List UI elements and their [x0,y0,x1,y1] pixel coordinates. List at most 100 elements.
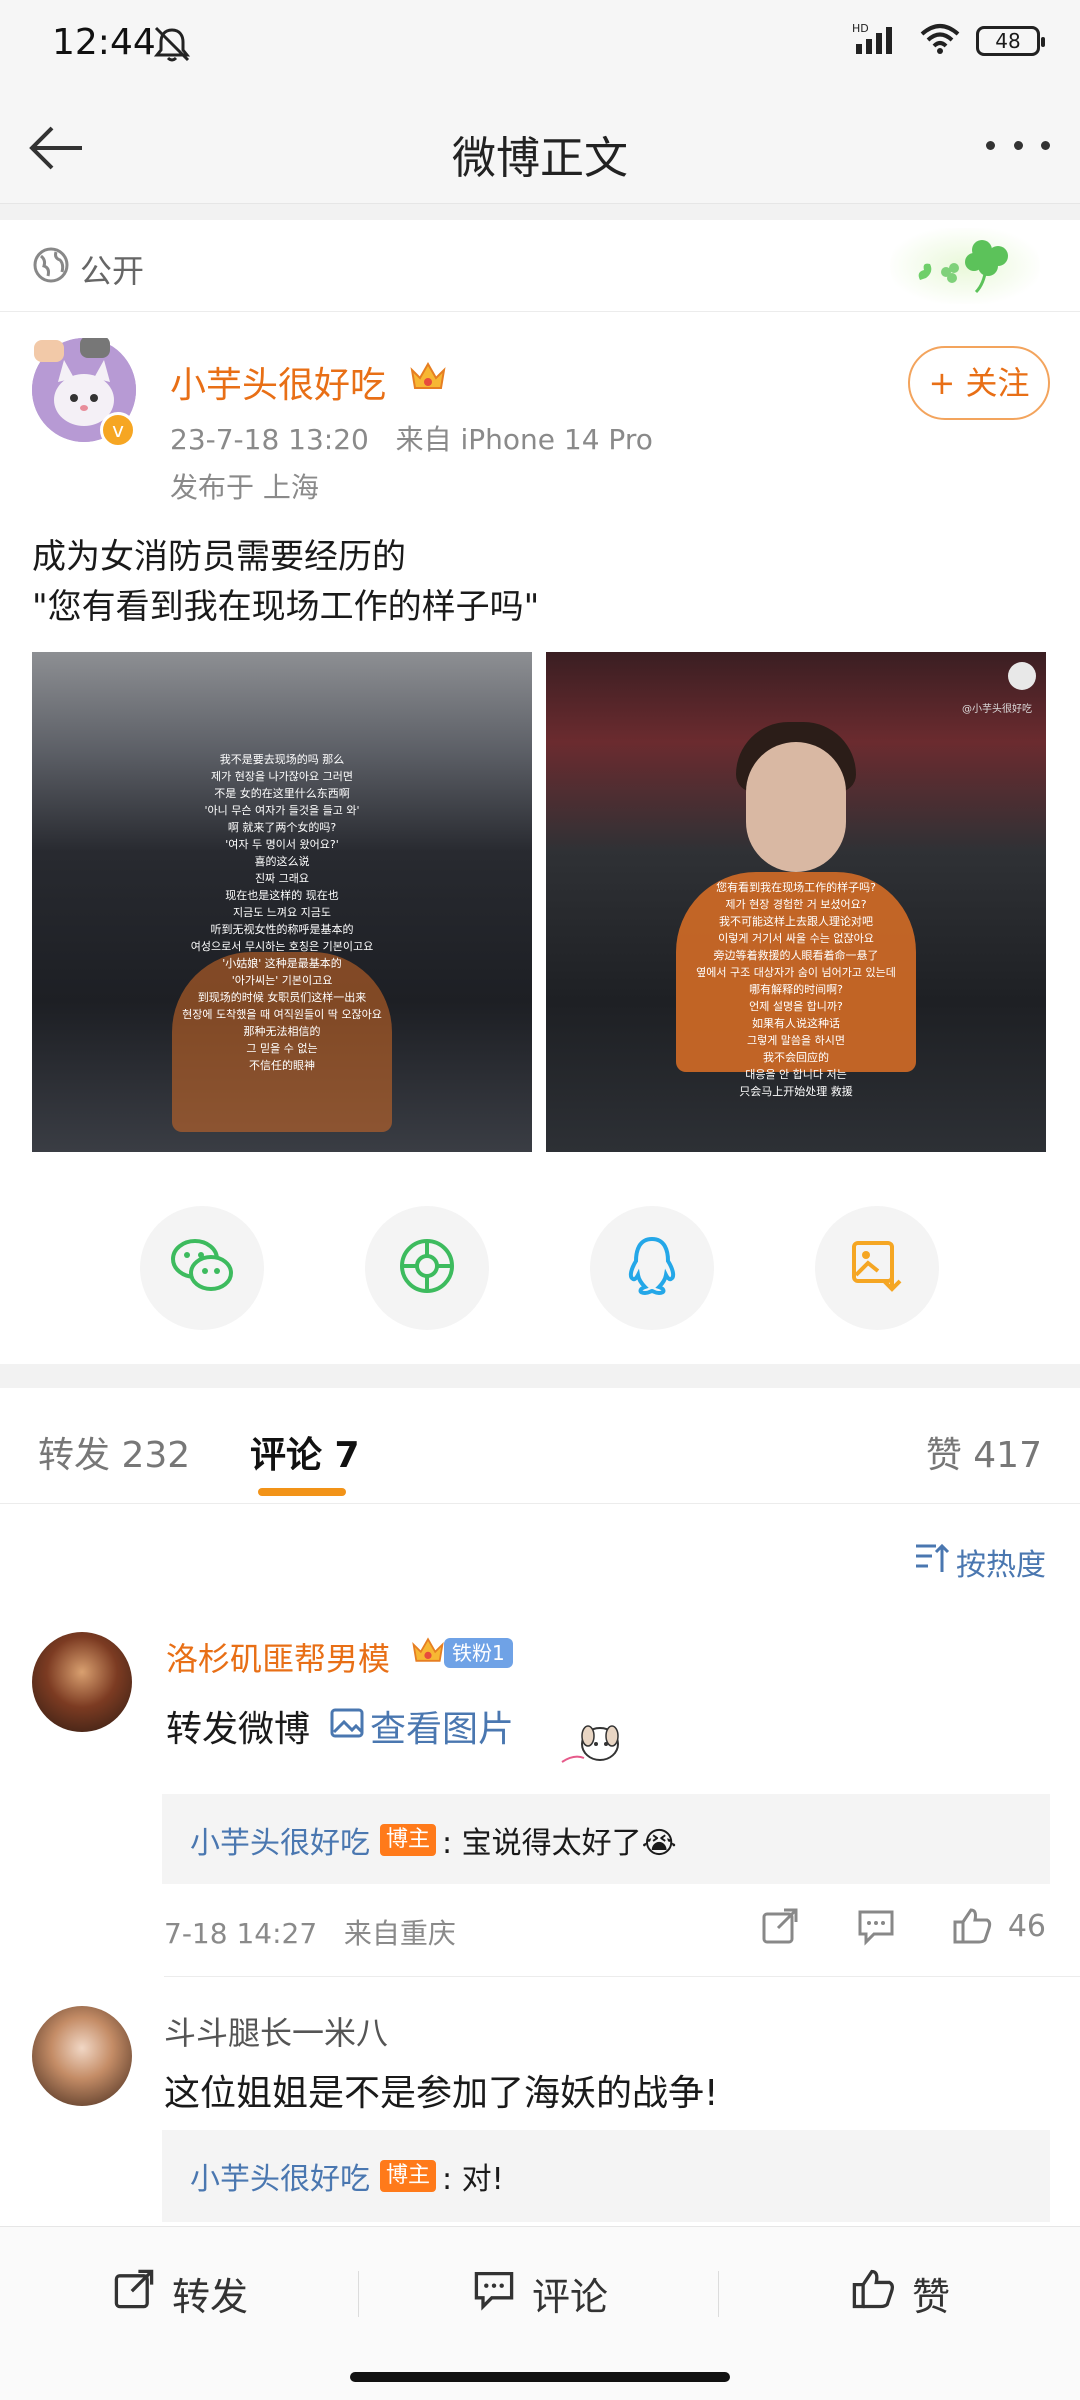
comment-divider [164,1976,1080,1977]
repost-button[interactable]: 转发 [0,2227,360,2359]
follow-button[interactable]: + 关注 [908,346,1050,420]
image-subtitle-line: 제가 현장을 나가잖아요 그러면 [210,770,354,783]
image-subtitle-line: 现在也是这样的 现在也 [225,889,339,902]
network-label: HD [852,22,869,35]
home-indicator[interactable] [350,2372,730,2382]
post-text: 成为女消防员需要经历的 "您有看到我在现场工作的样子吗" [32,532,539,632]
image-subtitle-line: 那种无法相信的 [243,1025,321,1038]
post-image-1[interactable]: 我不是要去现场的吗 那么 제가 현장을 나가잖아요 그러면 不是 女的在这里什么东西… [32,652,532,1152]
image-icon [330,1706,364,1747]
bottom-action-bar: 转发 评论 赞 [0,2226,1080,2358]
post-text-line: "您有看到我在现场工作的样子吗" [32,587,540,627]
host-badge: 博主 [380,1824,437,1856]
image-subtitle-line: 대응을 안 합니다 저는 [745,1068,847,1081]
image-subtitle-line: 到现场的时候 女职员们这样一出来 [197,991,367,1004]
comment-icon [472,2267,516,2320]
more-options-icon[interactable] [986,130,1050,160]
sort-by-hot-button[interactable]: 按热度 [914,1540,1046,1584]
status-time: 12:44 [52,22,156,63]
image-subtitle-line: 我不可能这样上去跟人理论对吧 [719,915,873,928]
image-watermark: @小芋头很好吃 [962,704,1032,715]
reply-comment-icon[interactable] [852,1902,900,1950]
image-subtitle-line: '여자 두 명이서 왔어요?' [225,838,339,851]
visibility-row: 公开 [0,220,1080,312]
image-subtitle-line: 옆에서 구조 대상자가 숨이 넘어가고 있는데 [696,966,896,979]
vip-crown-icon [410,1632,446,1672]
image-subtitle-line: 哪有解释的时间啊? [749,983,843,996]
image-subtitle-line: 我不会回应的 [763,1051,829,1064]
reply-text: : 宝说得太好了😭 [442,1826,677,1861]
post-meta: 23-7-18 13:20 来自 iPhone 14 Pro [170,418,653,458]
image-subtitle-line: 不是 女的在这里什么东西啊 [214,787,350,800]
view-image-label: 查看图片 [370,1709,515,1750]
post-image-2[interactable]: @小芋头很好吃 您有看到我在现场工作的样子吗? 제가 현장 경험한 거 보셨어요?… [546,652,1046,1152]
qq-icon [625,1235,679,1301]
save-image-button[interactable] [815,1206,939,1330]
image-subtitle-line: 喜的这么说 [254,855,310,868]
reply-author[interactable]: 小芋头很好吃 [190,2154,370,2198]
wechat-icon [169,1237,235,1299]
commenter-name[interactable]: 斗斗腿长一米八 [164,2008,388,2054]
divider [358,2271,359,2317]
image-subtitle-line: 그렇게 말씀을 하시면 [746,1034,846,1047]
commenter-avatar[interactable] [32,1632,132,1732]
reply-text: : 对! [442,2162,504,2197]
image-subtitle-line: 현장에 도착했을 때 여직원들이 딱 오잖아요 [182,1008,382,1021]
comment-time: 7-18 14:27 [164,1917,318,1950]
comment-label: 评论 [531,2274,608,2319]
like-icon [850,2267,896,2320]
image-subtitle-line: 只会马上开始处理 救援 [739,1085,853,1098]
commenter-avatar[interactable] [32,2006,132,2106]
like-comment-icon[interactable] [948,1902,996,1950]
repost-label: 转发 [171,2274,248,2319]
image-subtitle-line: 旁边等着救援的人眼看着命一悬了 [713,949,879,962]
image-subtitle-line: 여성으로서 무시하는 호칭은 기본이고요 [190,940,374,953]
globe-icon [32,246,70,288]
share-wechat-button[interactable] [140,1206,264,1330]
tab-reposts[interactable]: 转发 232 [38,1426,190,1478]
clover-decoration-icon [890,228,1040,304]
image-subtitle-line: 진짜 그래요 [254,872,310,885]
tab-likes[interactable]: 赞 417 [926,1426,1042,1478]
section-divider [0,1364,1080,1388]
image-subtitle-line: 您有看到我在现场工作的样子吗? [716,881,876,894]
share-comment-icon[interactable] [756,1902,804,1950]
reply-author[interactable]: 小芋头很好吃 [190,1818,370,1862]
comment-actions: 46 [708,1902,1046,1950]
image-subtitle-line: 지금도 느껴요 지금도 [232,906,332,919]
image-subtitle-line: 我不是要去现场的吗 那么 [219,753,345,766]
comment-button[interactable]: 评论 [360,2227,720,2359]
post-text-line: 成为女消防员需要经历的 [32,537,406,577]
comment-like-count: 46 [1007,1908,1046,1944]
comment-text: 这位姐姐是不是参加了海妖的战争! [164,2073,719,2114]
status-bar: 12:44 HD 48 [0,0,1080,92]
watermark-icon [1008,662,1036,690]
author-reply[interactable]: 小芋头很好吃 博主 : 对! [162,2130,1050,2222]
reply-line: 小芋头很好吃 博主 : 宝说得太好了😭 [190,1818,677,1862]
image-subtitle-line: 언제 설명을 합니까? [749,1000,843,1013]
host-badge: 博主 [380,2160,437,2192]
view-image-link[interactable]: 查看图片 [330,1700,514,1752]
post-source: 来自 iPhone 14 Pro [395,423,653,456]
like-label: 赞 [911,2274,950,2319]
tab-active-indicator [258,1488,346,1496]
commenter-name[interactable]: 洛杉矶匪帮男模 [166,1634,390,1680]
like-button[interactable]: 赞 [720,2227,1080,2359]
image-subtitle-line: 啊 就来了两个女的吗? [227,821,337,834]
share-row [0,1206,1080,1336]
fan-level-badge: 铁粉1 [444,1638,513,1668]
share-moments-button[interactable] [365,1206,489,1330]
author-reply[interactable]: 小芋头很好吃 博主 : 宝说得太好了😭 [162,1794,1050,1884]
reply-line: 小芋头很好吃 博主 : 对! [190,2154,504,2198]
image-subtitle-line: 不信任的眼神 [249,1059,315,1072]
battery-icon: 48 [976,26,1045,56]
post-timestamp: 23-7-18 13:20 [170,423,369,456]
tab-comments[interactable]: 评论 7 [250,1426,360,1478]
share-qq-button[interactable] [590,1206,714,1330]
repost-icon [112,2267,156,2320]
divider [718,2271,719,2317]
vip-crown-icon [408,356,448,400]
author-name[interactable]: 小芋头很好吃 [170,356,386,408]
status-indicators: HD 48 [852,22,1045,60]
comment-text: 转发微博 [166,1709,311,1750]
